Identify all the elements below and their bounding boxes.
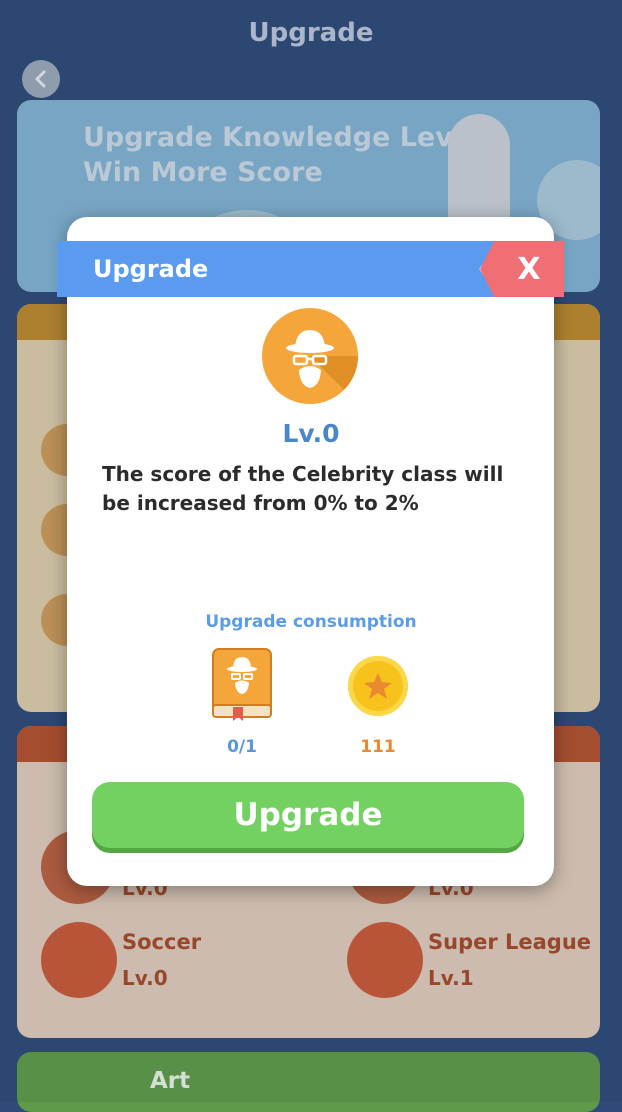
coin-count: 111 [360, 737, 396, 757]
upgrade-description: The score of the Celebrity class will be… [102, 462, 504, 515]
celebrity-book-icon [211, 647, 273, 721]
upgrade-button[interactable]: Upgrade [92, 782, 524, 848]
gold-coin-icon [348, 656, 408, 716]
close-button[interactable]: X [480, 241, 564, 297]
upgrade-consumption-label: Upgrade consumption [205, 612, 417, 632]
book-count: 0/1 [227, 737, 257, 757]
celebrity-level: Lv.0 [282, 419, 340, 448]
celebrity-avatar-icon [262, 308, 358, 404]
dialog-title: Upgrade [93, 255, 209, 283]
close-icon: X [517, 251, 541, 287]
